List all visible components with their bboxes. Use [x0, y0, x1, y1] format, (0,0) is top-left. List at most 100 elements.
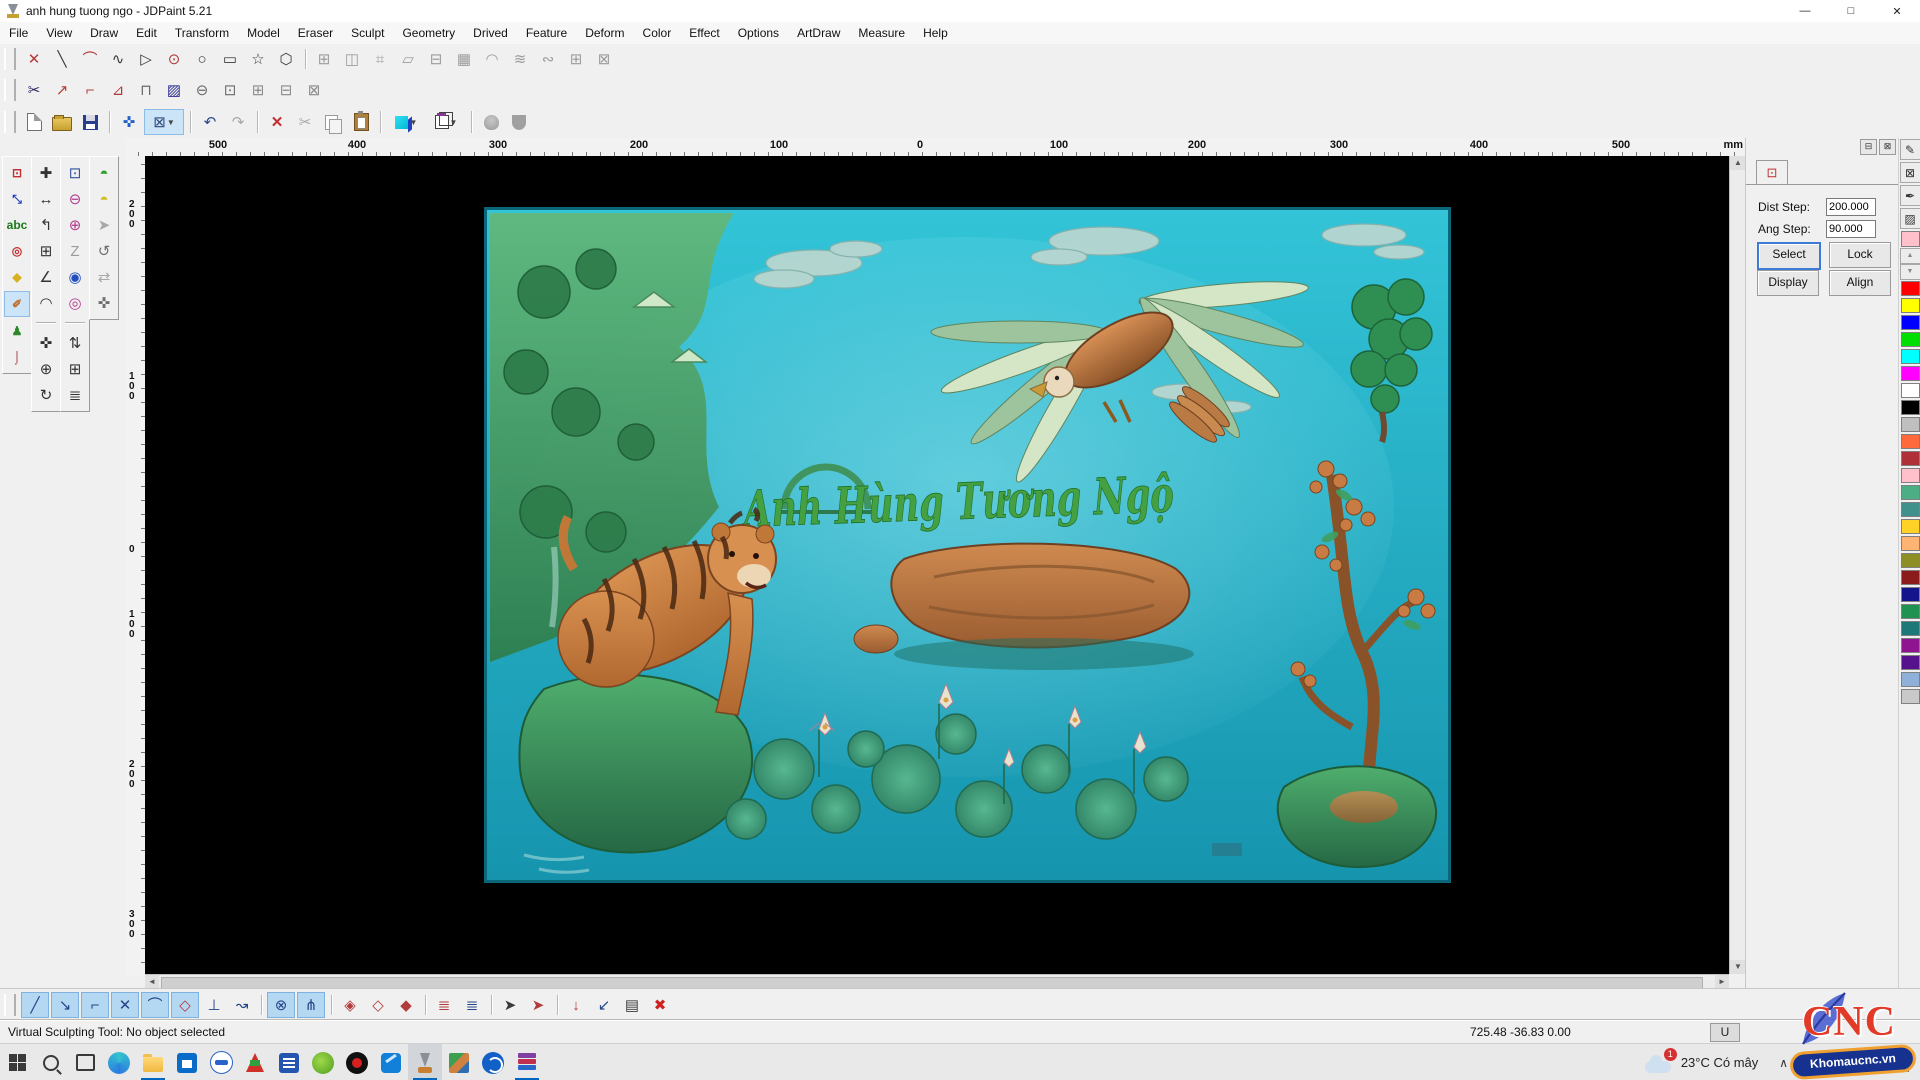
chamfer-tool[interactable]: ⊿	[105, 78, 131, 102]
volume-icon[interactable]	[1832, 1055, 1848, 1071]
taskbar-jdpaint[interactable]	[408, 1044, 442, 1080]
plane-offset-tool[interactable]: ⊟	[423, 47, 449, 71]
ang-step-input[interactable]	[1826, 220, 1876, 238]
color-swatch[interactable]	[1901, 536, 1920, 551]
taskbar-design-app[interactable]	[374, 1044, 408, 1080]
zoom-in[interactable]: ⊕	[63, 213, 87, 237]
eyedropper-button[interactable]: ✒	[1900, 185, 1920, 206]
color-swatch[interactable]	[1901, 485, 1920, 500]
color-swatch[interactable]	[1901, 417, 1920, 432]
measure-path[interactable]: ↰	[34, 213, 58, 237]
offset-polygon-tool[interactable]: ⌗	[367, 47, 393, 71]
pick-list[interactable]: ▤	[619, 993, 645, 1017]
zoom-tool[interactable]: ⊕	[34, 357, 58, 381]
redo-button[interactable]: ↷	[225, 110, 251, 134]
grid-align-tool[interactable]: ⊠	[591, 47, 617, 71]
open-file-button[interactable]	[49, 110, 75, 134]
toolbar-grip[interactable]	[4, 48, 16, 70]
pencil-button[interactable]: ✎	[1900, 139, 1920, 160]
color-swatch[interactable]	[1901, 672, 1920, 687]
zoom-object[interactable]: ◎	[63, 291, 87, 315]
snap-button[interactable]	[487, 993, 495, 1017]
line-tool[interactable]: ╲	[49, 47, 75, 71]
flat-shade-button[interactable]	[506, 110, 532, 134]
weather-text[interactable]: 23°C Có mây	[1681, 1055, 1758, 1070]
display-button[interactable]: Display	[1757, 270, 1819, 296]
copy-button[interactable]	[320, 110, 346, 134]
drop-node-snap[interactable]: ↓	[563, 993, 589, 1017]
grid-cross-tool[interactable]: ⊞	[563, 47, 589, 71]
sculpt-brush-tool[interactable]: ✐	[4, 291, 30, 317]
cursor-snap[interactable]: ➤	[497, 993, 523, 1017]
text-tool[interactable]: abc	[5, 213, 29, 237]
smooth-shade-button[interactable]	[478, 110, 504, 134]
dist-step-input[interactable]	[1826, 198, 1876, 216]
color-swatch[interactable]	[1901, 366, 1920, 381]
taskbar-swirl-app[interactable]	[476, 1044, 510, 1080]
curve-tool[interactable]: ∿	[105, 47, 131, 71]
color-swatch[interactable]	[1901, 655, 1920, 670]
trim-tool[interactable]: ✂	[21, 78, 47, 102]
warp-tool[interactable]: ≋	[507, 47, 533, 71]
polygon-tool[interactable]: ⬡	[273, 47, 299, 71]
nest-offset-tool[interactable]: ⊡	[217, 78, 243, 102]
pages-view[interactable]: ⊞	[63, 357, 87, 381]
menu-item[interactable]: View	[37, 24, 81, 42]
menu-item[interactable]: Color	[634, 24, 681, 42]
measure-point[interactable]: ✚	[34, 161, 58, 185]
scroll-down-arrow[interactable]: ▼	[1730, 960, 1746, 974]
scroll-up-arrow[interactable]: ▲	[1730, 156, 1746, 170]
taskbar-zalo[interactable]	[204, 1044, 238, 1080]
intersection-snap[interactable]: ✕	[111, 992, 139, 1018]
save-file-button[interactable]	[77, 110, 103, 134]
copy-special-a[interactable]: ⊞	[245, 78, 271, 102]
scroll-left-arrow[interactable]: ◄	[145, 975, 159, 989]
color-swatch[interactable]	[1901, 502, 1920, 517]
pick-cursor[interactable]: ➤	[92, 213, 116, 237]
menu-item[interactable]: Help	[914, 24, 957, 42]
wireframe-view-button[interactable]: ▼	[427, 110, 465, 134]
menu-item[interactable]: Deform	[576, 24, 633, 42]
eraser-tool[interactable]: ◆	[5, 265, 29, 289]
toolbar-grip[interactable]	[4, 111, 16, 133]
zoom-window[interactable]: ⊡	[63, 161, 87, 185]
menu-item[interactable]: Feature	[517, 24, 576, 42]
tray-chevron-icon[interactable]: ∧	[1779, 1056, 1788, 1070]
start-button[interactable]	[0, 1044, 34, 1080]
color-swatch[interactable]	[1901, 621, 1920, 636]
smooth-tool[interactable]: ♟	[5, 319, 29, 343]
star-tool[interactable]: ☆	[245, 47, 271, 71]
zoom-previous[interactable]: Z	[63, 239, 87, 263]
tangent-snap[interactable]: ↝	[229, 993, 255, 1017]
arc-tool[interactable]: ⌒	[77, 47, 103, 71]
rotate-view[interactable]: ↺	[92, 239, 116, 263]
wifi-icon[interactable]	[1802, 1055, 1818, 1071]
cursor-snap-off[interactable]: ➤	[525, 993, 551, 1017]
ellipse-tool[interactable]: ○	[189, 47, 215, 71]
axis-snap[interactable]: ⋔	[297, 992, 325, 1018]
diamond-snap-3[interactable]: ◆	[393, 993, 419, 1017]
taskbar-file-explorer[interactable]	[136, 1044, 170, 1080]
color-swatch[interactable]	[1901, 519, 1920, 534]
taskbar-word[interactable]	[272, 1044, 306, 1080]
select-button[interactable]: Select	[1757, 242, 1821, 270]
arc-center-snap[interactable]: ⌒	[141, 992, 169, 1018]
swatch-scroll-up[interactable]: ▲	[1900, 248, 1920, 264]
select-tool[interactable]: ⊡	[5, 161, 29, 185]
tray-clock[interactable]: 7:12 PM 12/6/2024	[1861, 1050, 1910, 1076]
view-eye[interactable]: ◉	[63, 265, 87, 289]
render-mode[interactable]: ◓	[92, 161, 116, 185]
node-snap[interactable]: ↘	[51, 992, 79, 1018]
copy-object-tool[interactable]: ⊞	[311, 47, 337, 71]
align-button[interactable]: Align	[1829, 270, 1891, 296]
select-options-tab[interactable]: ⊡	[1756, 160, 1788, 185]
list-view[interactable]: ≣	[63, 383, 87, 407]
perpendicular-snap[interactable]: ⊥	[201, 993, 227, 1017]
toolbar-grip[interactable]	[4, 994, 16, 1016]
copy-special-b[interactable]: ⊟	[273, 78, 299, 102]
menu-item[interactable]: Measure	[849, 24, 914, 42]
shaded-view-button[interactable]: ▼	[387, 110, 425, 134]
taskbar-search-button[interactable]	[34, 1044, 68, 1080]
menu-item[interactable]: Transform	[166, 24, 238, 42]
color-swatch[interactable]	[1901, 400, 1920, 415]
